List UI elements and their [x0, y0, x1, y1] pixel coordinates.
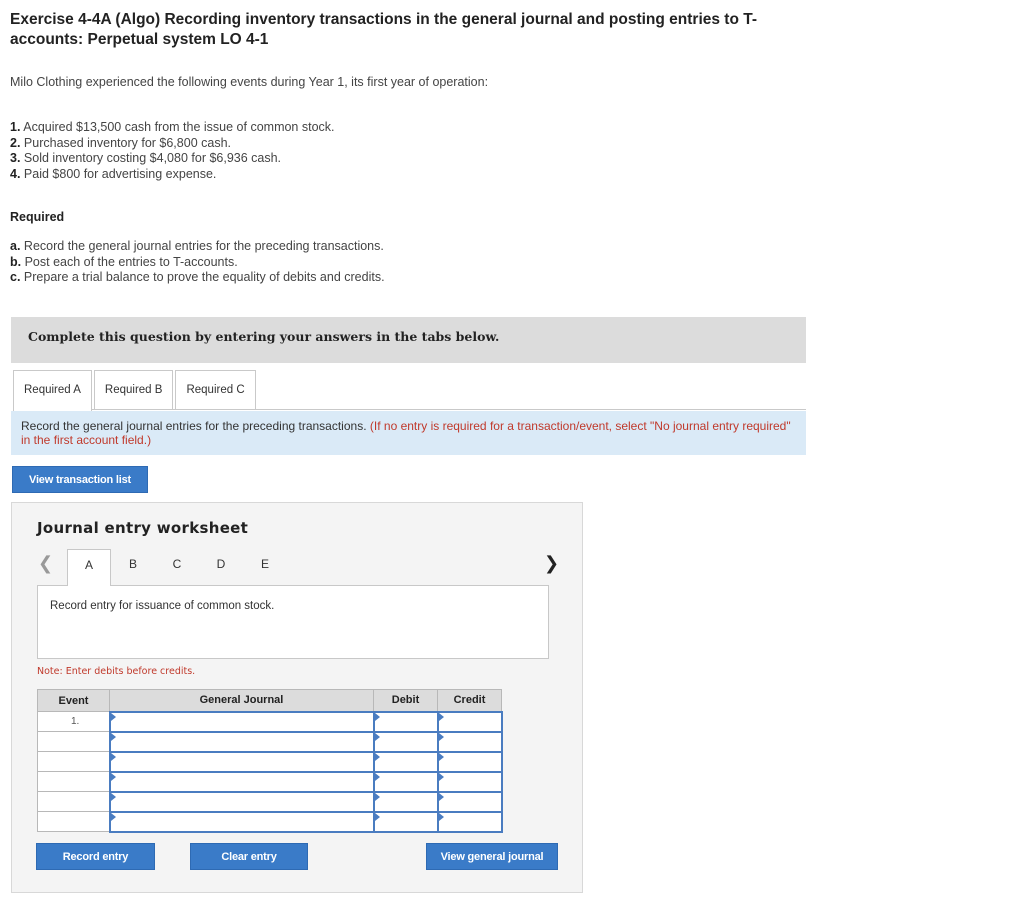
required-heading: Required: [10, 210, 65, 224]
event-header: Event: [37, 689, 110, 712]
event-cell: [37, 751, 110, 772]
table-row: 1.: [37, 710, 503, 733]
table-row: [37, 770, 503, 793]
clear-entry-button[interactable]: Clear entry: [190, 843, 308, 870]
account-select[interactable]: [108, 750, 375, 773]
account-select[interactable]: [108, 810, 375, 833]
step-tab-c[interactable]: C: [155, 549, 199, 579]
journal-table: Event General Journal Debit Credit 1.: [37, 689, 503, 833]
intro-text: Milo Clothing experienced the following …: [10, 75, 489, 89]
view-transaction-list-button[interactable]: View transaction list: [12, 466, 148, 493]
event-item: 3. Sold inventory costing $4,080 for $6,…: [10, 151, 282, 165]
complete-question-banner: Complete this question by entering your …: [11, 317, 806, 363]
credit-input[interactable]: [436, 770, 503, 793]
credit-input[interactable]: [436, 810, 503, 833]
debit-header: Debit: [373, 689, 438, 712]
tab-required-a[interactable]: Required A: [13, 370, 92, 411]
instruction-box: Record the general journal entries for t…: [11, 411, 806, 455]
tab-required-b[interactable]: Required B: [93, 370, 174, 410]
credit-input[interactable]: [436, 790, 503, 813]
worksheet-title: Journal entry worksheet: [37, 519, 249, 537]
step-tab-b[interactable]: B: [111, 549, 155, 579]
required-item: a. Record the general journal entries fo…: [10, 239, 384, 253]
debit-input[interactable]: [372, 710, 439, 733]
account-select[interactable]: [108, 790, 375, 813]
required-list: a. Record the general journal entries fo…: [10, 239, 385, 286]
event-cell: [37, 771, 110, 792]
table-row: [37, 750, 503, 773]
step-tab-a[interactable]: A: [67, 549, 111, 586]
event-item: 2. Purchased inventory for $6,800 cash.: [10, 135, 231, 150]
view-general-journal-button[interactable]: View general journal: [426, 843, 558, 870]
journal-entry-worksheet: Journal entry worksheet ❮ A B C D E ❯ Re…: [11, 502, 583, 893]
general-journal-header: General Journal: [109, 689, 374, 712]
required-item: c. Prepare a trial balance to prove the …: [10, 270, 385, 284]
debit-input[interactable]: [372, 810, 439, 833]
required-item: b. Post each of the entries to T-account…: [10, 254, 238, 269]
credit-input[interactable]: [436, 710, 503, 733]
account-select[interactable]: [108, 710, 375, 733]
instruction-text: Record the general journal entries for t…: [21, 419, 367, 433]
record-entry-button[interactable]: Record entry: [36, 843, 155, 870]
debit-input[interactable]: [372, 730, 439, 753]
debit-input[interactable]: [372, 790, 439, 813]
event-list: 1. Acquired $13,500 cash from the issue …: [10, 120, 335, 182]
event-cell: [37, 791, 110, 812]
debit-credit-note: Note: Enter debits before credits.: [37, 666, 196, 677]
credit-input[interactable]: [436, 730, 503, 753]
event-cell: [37, 731, 110, 752]
table-row: [37, 730, 503, 753]
table-row: [37, 790, 503, 813]
step-tab-d[interactable]: D: [199, 549, 243, 579]
account-select[interactable]: [108, 770, 375, 793]
required-tabs: Required A Required B Required C: [13, 370, 258, 411]
step-tab-e[interactable]: E: [243, 549, 287, 579]
tab-divider: [13, 409, 806, 410]
event-item: 4. Paid $800 for advertising expense.: [10, 166, 217, 181]
debit-input[interactable]: [372, 750, 439, 773]
table-row: [37, 810, 503, 833]
debit-input[interactable]: [372, 770, 439, 793]
credit-input[interactable]: [436, 750, 503, 773]
event-cell: [37, 811, 110, 832]
page-title: Exercise 4-4A (Algo) Recording inventory…: [10, 11, 758, 48]
event-item: 1. Acquired $13,500 cash from the issue …: [10, 120, 335, 134]
tab-required-c[interactable]: Required C: [175, 370, 256, 410]
event-number: 1.: [37, 711, 110, 732]
entry-description: Record entry for issuance of common stoc…: [37, 585, 549, 659]
chevron-right-icon[interactable]: ❯: [544, 553, 559, 574]
worksheet-steps: A B C D E: [67, 549, 287, 586]
credit-header: Credit: [437, 689, 502, 712]
chevron-left-icon[interactable]: ❮: [38, 553, 53, 574]
account-select[interactable]: [108, 730, 375, 753]
